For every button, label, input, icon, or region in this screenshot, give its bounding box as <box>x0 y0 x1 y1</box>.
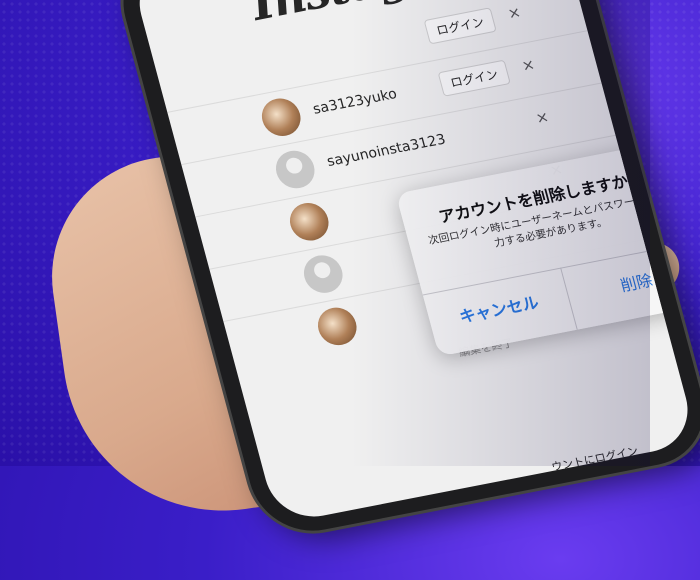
avatar <box>285 199 333 244</box>
avatar <box>257 95 305 140</box>
avatar <box>271 147 319 192</box>
login-button[interactable]: ログイン <box>437 59 511 97</box>
login-button[interactable]: ログイン <box>423 7 497 45</box>
close-icon[interactable]: × <box>534 107 551 127</box>
login-other-account-link[interactable]: ウントにログイン <box>549 443 640 475</box>
close-icon[interactable]: × <box>506 3 523 23</box>
username: sayunoinsta3123 <box>325 131 448 170</box>
avatar <box>313 304 361 349</box>
avatar <box>299 252 347 297</box>
cancel-button[interactable]: キャンセル <box>427 283 571 333</box>
username: sa3123yuko <box>311 86 399 118</box>
close-icon[interactable]: × <box>520 55 537 75</box>
